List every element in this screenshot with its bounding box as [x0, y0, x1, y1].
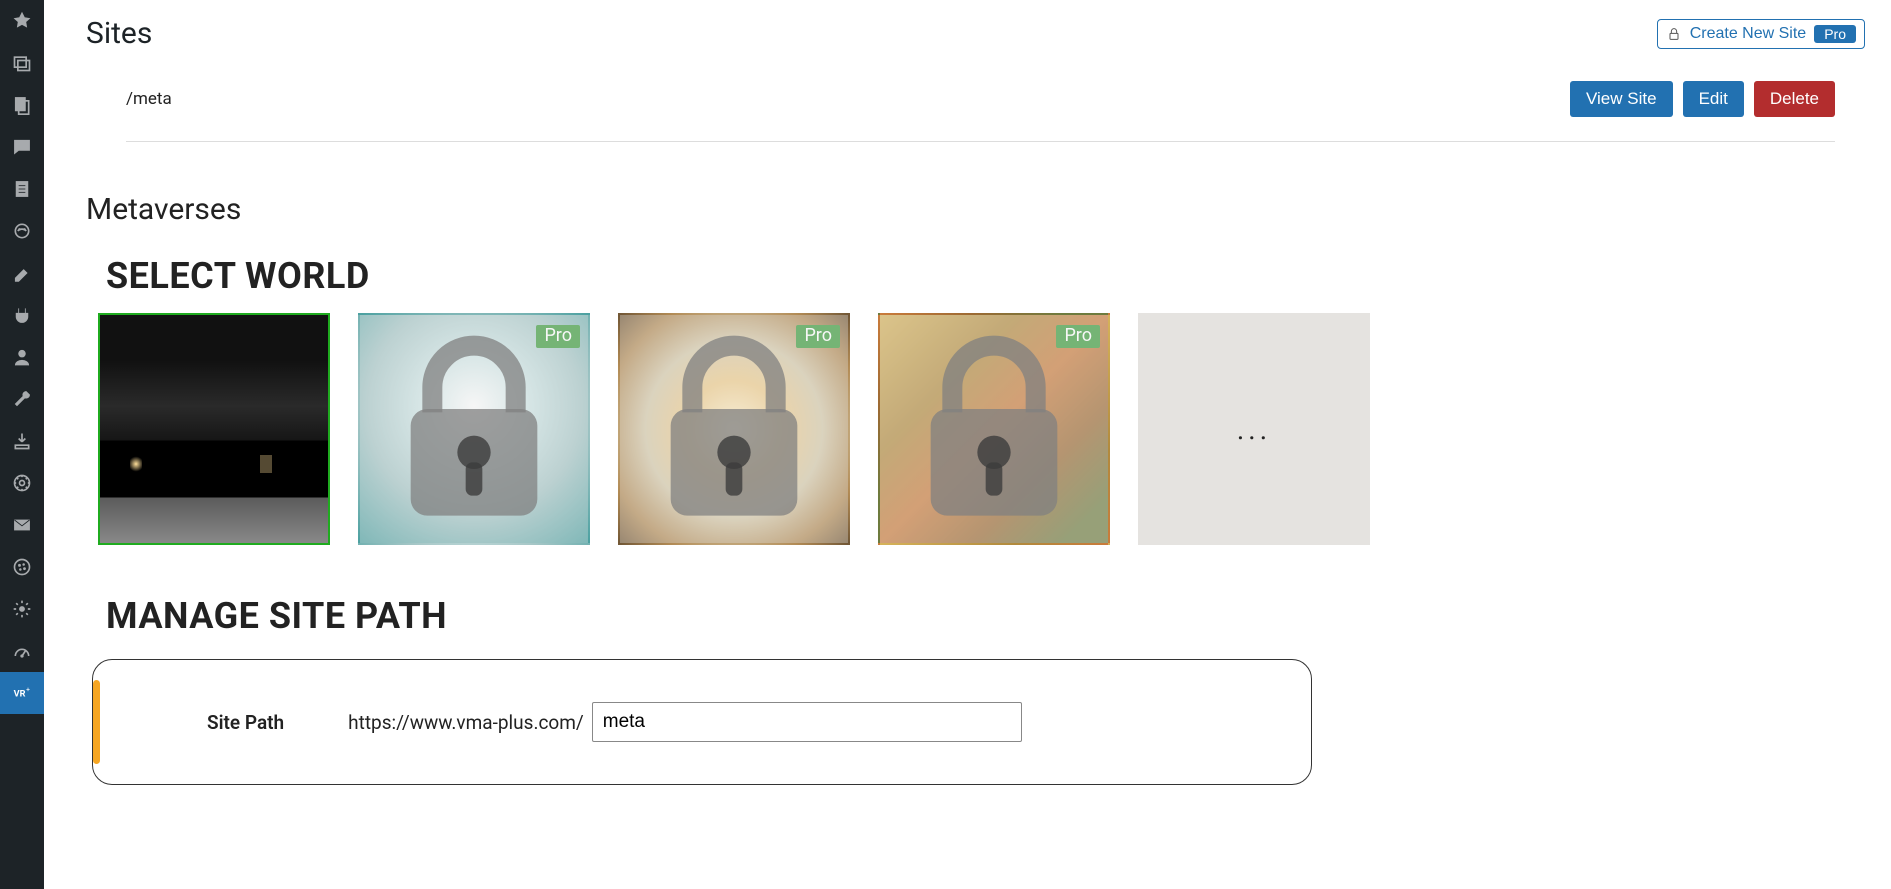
sites-header-row: Sites Create New Site Pro	[86, 10, 1865, 51]
delete-button[interactable]: Delete	[1754, 81, 1835, 117]
lock-overlay	[360, 315, 588, 543]
create-new-site-label: Create New Site	[1690, 25, 1807, 43]
gear-circle-icon[interactable]	[0, 462, 44, 504]
manage-site-path-card: Site Path https://www.vma-plus.com/	[92, 659, 1312, 785]
lock-icon	[1666, 26, 1682, 42]
media-icon[interactable]	[0, 42, 44, 84]
site-path-input[interactable]	[592, 702, 1022, 742]
users-icon[interactable]	[0, 336, 44, 378]
main-content: Sites Create New Site Pro /meta View Sit…	[44, 0, 1891, 889]
pages-icon[interactable]	[0, 84, 44, 126]
lock-icon	[649, 329, 819, 529]
import-icon[interactable]	[0, 420, 44, 462]
worlds-row: Pro Pro Pro	[98, 313, 1865, 545]
mail-icon[interactable]	[0, 504, 44, 546]
metaverses-title: Metaverses	[86, 192, 1865, 227]
edit-button[interactable]: Edit	[1683, 81, 1744, 117]
site-path-row: Site Path https://www.vma-plus.com/	[143, 702, 1261, 742]
lock-icon	[909, 329, 1079, 529]
tools-icon[interactable]	[0, 378, 44, 420]
comments-icon[interactable]	[0, 126, 44, 168]
site-path-label: Site Path	[207, 711, 284, 734]
vr-plus-icon[interactable]: VR+	[0, 672, 44, 714]
pin-icon[interactable]	[0, 0, 44, 42]
svg-text:+: +	[26, 685, 30, 693]
select-world-heading: SELECT WORLD	[106, 255, 1865, 297]
cookie-icon[interactable]	[0, 546, 44, 588]
world-card-3[interactable]: Pro	[618, 313, 850, 545]
document-icon[interactable]	[0, 168, 44, 210]
lock-overlay	[880, 315, 1108, 543]
plugins-icon[interactable]	[0, 294, 44, 336]
view-site-button[interactable]: View Site	[1570, 81, 1673, 117]
seo-icon[interactable]	[0, 210, 44, 252]
manage-site-path-heading: MANAGE SITE PATH	[106, 595, 1865, 637]
performance-icon[interactable]	[0, 630, 44, 672]
world-card-4[interactable]: Pro	[878, 313, 1110, 545]
appearance-icon[interactable]	[0, 252, 44, 294]
site-path-inline: https://www.vma-plus.com/	[348, 702, 1022, 742]
site-url-prefix: https://www.vma-plus.com/	[348, 711, 584, 734]
site-action-buttons: View Site Edit Delete	[1570, 81, 1835, 117]
world-card-2[interactable]: Pro	[358, 313, 590, 545]
more-ellipsis: ...	[1237, 413, 1271, 446]
svg-text:VR: VR	[14, 689, 26, 699]
world-card-1[interactable]	[98, 313, 330, 545]
world-card-more[interactable]: ...	[1138, 313, 1370, 545]
lock-icon	[389, 329, 559, 529]
settings-icon[interactable]	[0, 588, 44, 630]
site-entry-row: /meta View Site Edit Delete	[126, 81, 1835, 142]
create-new-site-button[interactable]: Create New Site Pro	[1657, 19, 1865, 49]
admin-sidebar: VR+	[0, 0, 44, 889]
lock-overlay	[620, 315, 848, 543]
pro-badge: Pro	[1814, 25, 1856, 43]
site-path-text: /meta	[126, 89, 172, 109]
sites-title: Sites	[86, 16, 152, 51]
